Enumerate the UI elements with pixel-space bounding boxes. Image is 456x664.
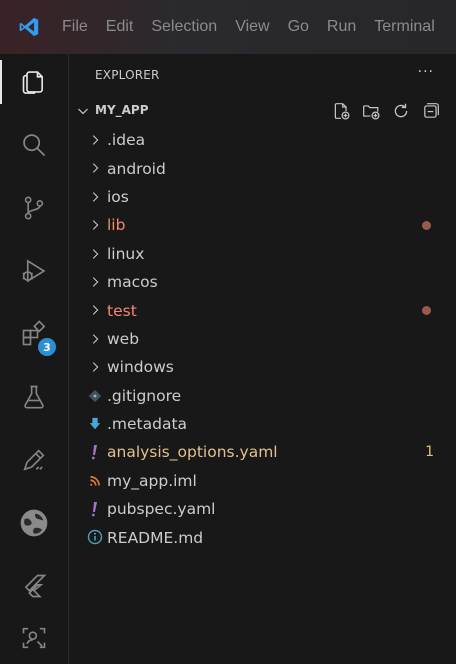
menu-file[interactable]: File (54, 18, 97, 36)
tree-item-label: my_app.iml (107, 471, 197, 490)
globe-avatar-icon (20, 509, 48, 537)
menu-go[interactable]: Go (279, 18, 318, 36)
tree-item-label: linux (107, 244, 145, 263)
chevron-right-icon (87, 325, 103, 353)
tree-folder-macos[interactable]: macos (69, 268, 456, 296)
tree-file-pubspec[interactable]: pubspec.yaml (69, 495, 456, 523)
tree-folder-windows[interactable]: windows (69, 353, 456, 381)
testing-activity-button[interactable] (0, 371, 68, 423)
source-control-activity-button[interactable] (0, 182, 68, 234)
menu-run[interactable]: Run (318, 18, 365, 36)
tree-item-label: android (107, 159, 166, 178)
title-bar: File Edit Selection View Go Run Terminal (0, 0, 456, 54)
menu-terminal[interactable]: Terminal (365, 18, 443, 36)
new-folder-icon (363, 105, 380, 120)
chevron-right-icon (87, 211, 103, 239)
explorer-sidebar: EXPLORER ··· MY_APP .idea android ios li… (69, 54, 456, 664)
rss-icon (87, 467, 103, 495)
workspace-section-header[interactable]: MY_APP (69, 98, 456, 124)
collapse-all-button[interactable] (420, 100, 442, 122)
tree-item-label: analysis_options.yaml (107, 443, 278, 462)
tree-folder-idea[interactable]: .idea (69, 126, 456, 154)
tree-file-analysis-options[interactable]: analysis_options.yaml 1 (69, 438, 456, 466)
explorer-title: EXPLORER (95, 68, 160, 82)
chevron-right-icon (87, 268, 103, 296)
files-icon (22, 71, 43, 94)
chevron-right-icon (87, 240, 103, 268)
chevron-right-icon (87, 296, 103, 324)
file-tree: .idea android ios lib linux macos test w… (69, 126, 456, 552)
tree-folder-linux[interactable]: linux (69, 240, 456, 268)
remote-explorer-activity-button[interactable] (0, 612, 68, 664)
menu-selection[interactable]: Selection (142, 18, 226, 36)
exclamation-icon (87, 438, 103, 466)
flask-icon (24, 385, 44, 409)
tree-item-label: ios (107, 187, 129, 206)
chevron-right-icon (87, 126, 103, 154)
chevron-right-icon (87, 353, 103, 381)
run-debug-icon (22, 259, 46, 283)
tree-folder-test[interactable]: test (69, 296, 456, 324)
tree-item-label: .idea (107, 131, 146, 150)
collapse-all-icon (424, 103, 439, 118)
tree-item-label: macos (107, 273, 158, 292)
tree-folder-ios[interactable]: ios (69, 183, 456, 211)
new-file-button[interactable] (330, 100, 352, 122)
tree-item-label: lib (107, 216, 126, 235)
tree-item-label: windows (107, 358, 174, 377)
menu-bar: File Edit Selection View Go Run Terminal (54, 18, 444, 36)
tree-file-my-app-iml[interactable]: my_app.iml (69, 467, 456, 495)
more-actions-button[interactable]: ··· (418, 64, 434, 80)
download-arrow-icon (87, 410, 103, 438)
extensions-activity-button[interactable]: 3 (0, 308, 68, 360)
chevron-right-icon (87, 183, 103, 211)
problem-dot (422, 220, 431, 230)
flutter-activity-button[interactable] (0, 560, 68, 612)
source-control-icon (24, 196, 44, 220)
run-debug-activity-button[interactable] (0, 245, 68, 297)
tree-item-label: .metadata (107, 415, 188, 434)
tree-file-metadata[interactable]: .metadata (69, 410, 456, 438)
exclamation-icon (87, 495, 103, 523)
git-icon (87, 382, 103, 410)
search-icon (23, 134, 46, 157)
refresh-icon (394, 103, 408, 118)
vscode-logo-icon (18, 16, 40, 38)
info-icon (87, 523, 103, 551)
extensions-badge: 3 (38, 338, 56, 356)
tree-folder-lib[interactable]: lib (69, 211, 456, 239)
activity-bar: 3 (0, 54, 69, 664)
tree-file-gitignore[interactable]: .gitignore (69, 382, 456, 410)
menu-edit[interactable]: Edit (97, 18, 143, 36)
tree-folder-web[interactable]: web (69, 325, 456, 353)
workspace-name: MY_APP (95, 103, 149, 117)
tree-item-label: README.md (107, 528, 204, 547)
search-activity-button[interactable] (0, 119, 68, 171)
chevron-down-icon (75, 103, 91, 123)
menu-view[interactable]: View (226, 18, 278, 36)
account-activity-button[interactable] (0, 497, 68, 549)
draw-activity-button[interactable] (0, 434, 68, 486)
section-actions (330, 100, 442, 122)
explorer-activity-button[interactable] (0, 56, 68, 108)
tree-item-label: pubspec.yaml (107, 500, 216, 519)
tree-item-label: web (107, 329, 140, 348)
tree-item-label: test (107, 301, 137, 320)
chevron-right-icon (87, 154, 103, 182)
new-folder-button[interactable] (360, 100, 382, 122)
new-file-icon (334, 103, 350, 120)
pencil-icon (23, 449, 45, 471)
refresh-button[interactable] (390, 100, 412, 122)
flutter-icon (24, 574, 47, 598)
tree-folder-android[interactable]: android (69, 154, 456, 182)
problem-dot (422, 306, 431, 316)
tree-item-label: .gitignore (107, 386, 182, 405)
tree-file-readme[interactable]: README.md (69, 523, 456, 551)
scan-person-icon (22, 627, 46, 649)
problem-count: 1 (425, 444, 434, 461)
